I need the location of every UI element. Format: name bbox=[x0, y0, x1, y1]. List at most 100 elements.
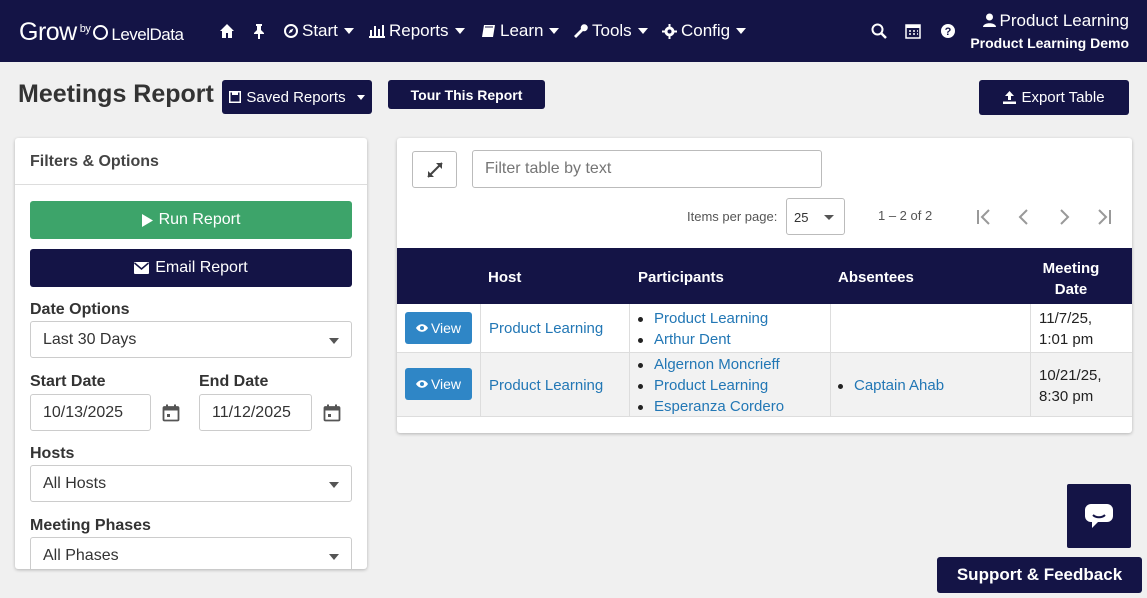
table-row: View Product Learning Product Learning A… bbox=[397, 304, 1132, 353]
calendar-icon[interactable] bbox=[905, 23, 921, 39]
search-icon[interactable] bbox=[871, 23, 887, 39]
eye-icon bbox=[415, 324, 428, 332]
chevron-down-icon bbox=[549, 28, 560, 34]
email-report-label: Email Report bbox=[155, 259, 248, 276]
participant-link[interactable]: Arthur Dent bbox=[634, 329, 768, 350]
first-page-icon[interactable] bbox=[973, 206, 995, 228]
filters-panel: Filters & Options Run Report Email Repor… bbox=[15, 138, 367, 569]
brand-by: by bbox=[79, 23, 91, 35]
participant-link[interactable]: Product Learning bbox=[634, 308, 768, 329]
participant-link[interactable]: Product Learning bbox=[634, 375, 784, 396]
chevron-down-icon bbox=[329, 338, 339, 344]
bar-chart-icon bbox=[369, 25, 385, 38]
user-org: Product Learning Demo bbox=[970, 35, 1129, 51]
column-header-participants[interactable]: Participants bbox=[638, 269, 724, 286]
end-date-input[interactable]: 11/12/2025 bbox=[199, 394, 312, 431]
participants-list: Algernon Moncrieff Product Learning Espe… bbox=[634, 354, 784, 417]
nav-start-label: Start bbox=[302, 21, 338, 40]
next-page-icon[interactable] bbox=[1053, 206, 1075, 228]
compass-icon bbox=[284, 24, 298, 38]
home-icon[interactable] bbox=[219, 23, 235, 39]
view-button[interactable]: View bbox=[405, 368, 472, 400]
saved-reports-button[interactable]: Saved Reports bbox=[222, 80, 372, 114]
participants-list: Product Learning Arthur Dent bbox=[634, 308, 768, 350]
meeting-date: 11/7/25, 1:01 pm bbox=[1039, 308, 1093, 350]
view-button[interactable]: View bbox=[405, 312, 472, 344]
nav-config[interactable]: Config bbox=[662, 21, 747, 41]
support-feedback-button[interactable]: Support & Feedback bbox=[937, 557, 1142, 593]
cell-divider bbox=[629, 353, 630, 416]
envelope-icon bbox=[134, 262, 150, 274]
top-nav: Grow by LevelData Start Reports Learn Tool… bbox=[0, 0, 1147, 62]
meeting-phases-select[interactable]: All Phases bbox=[30, 537, 352, 569]
previous-page-icon[interactable] bbox=[1013, 206, 1035, 228]
pin-icon[interactable] bbox=[251, 23, 267, 39]
meeting-date: 10/21/25, 8:30 pm bbox=[1039, 365, 1102, 407]
calendar-icon[interactable] bbox=[323, 404, 341, 422]
chat-button[interactable] bbox=[1067, 484, 1131, 548]
user-menu[interactable]: Product Learning Product Learning Demo bbox=[970, 11, 1129, 51]
absentees-list: Captain Ahab bbox=[834, 375, 944, 396]
meeting-date-header-line2: Date bbox=[1054, 281, 1088, 298]
tour-report-button[interactable]: Tour This Report bbox=[388, 80, 545, 109]
meeting-date-header-line1: Meeting bbox=[1042, 260, 1100, 277]
gear-icon bbox=[662, 23, 677, 39]
brand-logo[interactable]: Grow by LevelData bbox=[19, 18, 184, 47]
column-header-host[interactable]: Host bbox=[488, 269, 521, 286]
date-options-select[interactable]: Last 30 Days bbox=[30, 321, 352, 358]
meeting-date-day: 11/7/25, bbox=[1039, 310, 1093, 327]
run-report-label: Run Report bbox=[158, 211, 241, 228]
play-icon bbox=[141, 213, 153, 227]
leveldata-logo-icon bbox=[93, 25, 109, 40]
hosts-value: All Hosts bbox=[43, 475, 107, 492]
items-per-page-select[interactable]: 25 bbox=[786, 198, 845, 235]
cell-divider bbox=[480, 353, 481, 416]
upload-icon bbox=[1003, 91, 1017, 104]
host-link[interactable]: Product Learning bbox=[489, 377, 603, 394]
participant-link[interactable]: Esperanza Cordero bbox=[634, 396, 784, 417]
nav-tools[interactable]: Tools bbox=[573, 21, 648, 41]
date-options-label: Date Options bbox=[30, 301, 130, 318]
chevron-down-icon bbox=[343, 28, 354, 34]
chevron-down-icon bbox=[329, 482, 339, 488]
chevron-down-icon bbox=[824, 215, 834, 220]
nav-reports[interactable]: Reports bbox=[369, 21, 465, 41]
brand-leveldata: LevelData bbox=[111, 25, 184, 44]
svg-text:?: ? bbox=[945, 26, 952, 38]
eye-icon bbox=[415, 380, 428, 388]
last-page-icon[interactable] bbox=[1093, 206, 1115, 228]
hosts-select[interactable]: All Hosts bbox=[30, 465, 352, 502]
column-header-absentees[interactable]: Absentees bbox=[838, 269, 914, 286]
book-icon bbox=[482, 25, 495, 37]
nav-learn-label: Learn bbox=[500, 21, 544, 40]
email-report-button[interactable]: Email Report bbox=[30, 249, 352, 287]
items-per-page-label: Items per page: bbox=[687, 209, 778, 224]
expand-button[interactable] bbox=[412, 151, 457, 188]
help-icon[interactable]: ? bbox=[940, 23, 956, 39]
column-header-meeting-date[interactable]: Meeting Date bbox=[1037, 258, 1105, 300]
host-link[interactable]: Product Learning bbox=[489, 320, 603, 337]
start-date-input[interactable]: 10/13/2025 bbox=[30, 394, 151, 431]
calendar-icon[interactable] bbox=[162, 404, 180, 422]
participant-link[interactable]: Algernon Moncrieff bbox=[634, 354, 784, 375]
chevron-down-icon bbox=[637, 28, 648, 34]
end-date-label: End Date bbox=[199, 373, 269, 390]
table-filter-input[interactable] bbox=[472, 150, 822, 188]
cell-divider bbox=[1030, 353, 1031, 416]
run-report-button[interactable]: Run Report bbox=[30, 201, 352, 239]
items-per-page-value: 25 bbox=[794, 210, 809, 225]
brand-grow: Grow bbox=[19, 18, 77, 46]
end-date-value: 11/12/2025 bbox=[212, 404, 291, 421]
nav-tools-label: Tools bbox=[592, 21, 632, 40]
absentee-link[interactable]: Captain Ahab bbox=[834, 375, 944, 396]
start-date-label: Start Date bbox=[30, 373, 106, 390]
chat-icon bbox=[1085, 504, 1113, 528]
user-name: Product Learning bbox=[999, 11, 1129, 30]
export-table-button[interactable]: Export Table bbox=[979, 80, 1129, 115]
page-title: Meetings Report bbox=[18, 80, 214, 108]
nav-learn[interactable]: Learn bbox=[481, 21, 560, 41]
start-date-value: 10/13/2025 bbox=[43, 404, 124, 421]
pagination-range: 1 – 2 of 2 bbox=[878, 208, 933, 223]
filters-heading: Filters & Options bbox=[15, 138, 367, 185]
nav-start[interactable]: Start bbox=[284, 21, 354, 41]
